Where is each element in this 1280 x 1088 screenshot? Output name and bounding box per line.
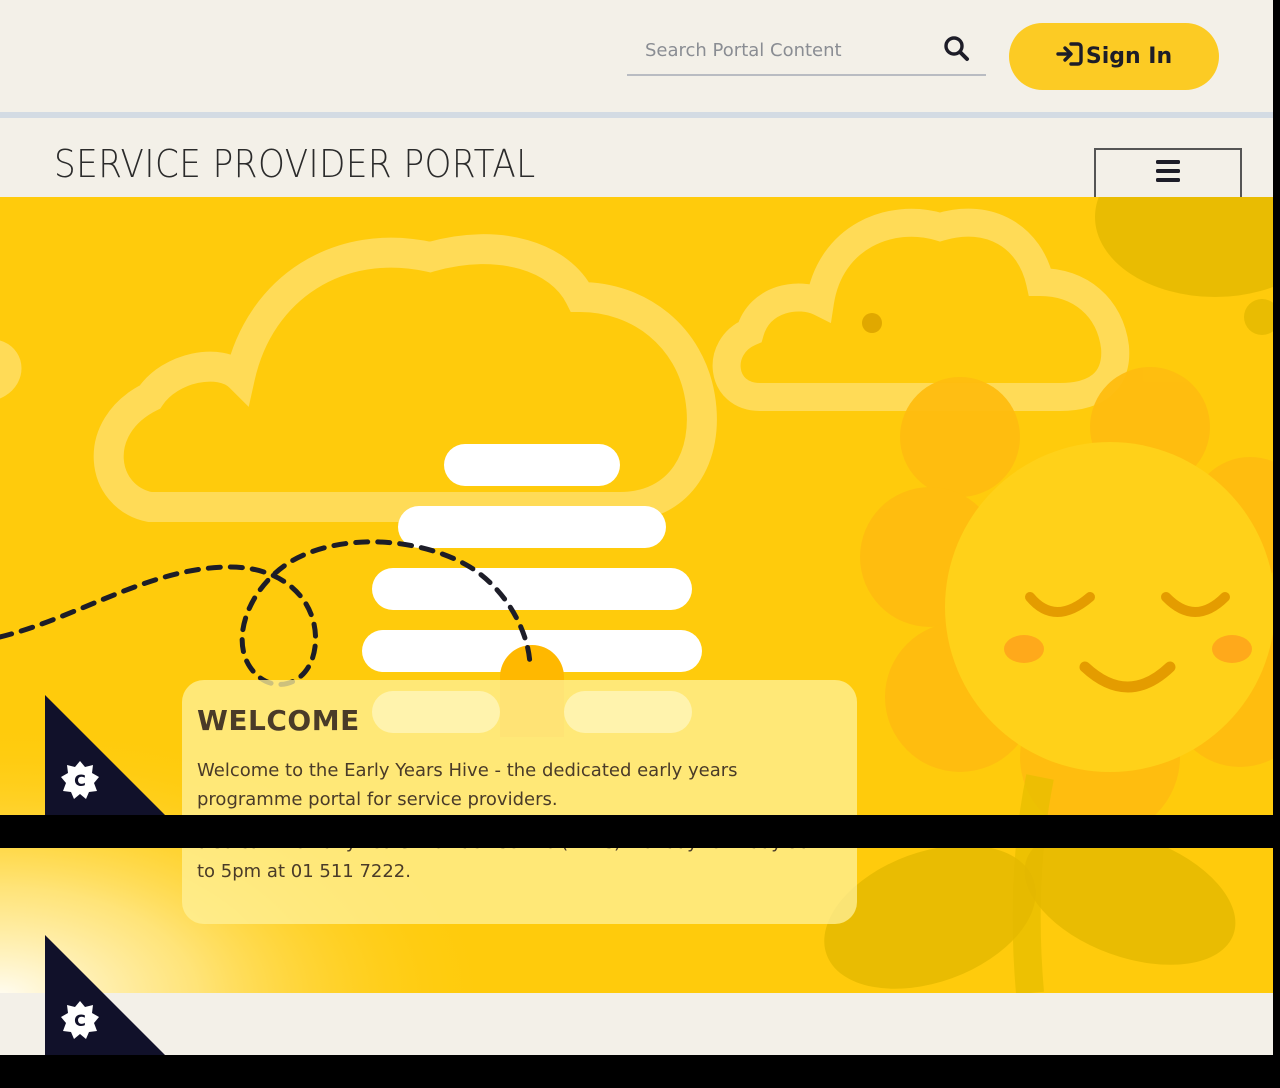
cookie-settings-icon: C [45,935,165,1055]
page: Sign In SERVICE PROVIDER PORTAL [0,0,1273,1055]
cookie-settings-button-2[interactable]: C [45,935,165,1055]
welcome-card: WELCOME Welcome to the Early Years Hive … [182,680,857,924]
footer-area [0,993,1273,1055]
search-input[interactable] [643,32,937,68]
portal-title: SERVICE PROVIDER PORTAL [54,142,536,186]
cookie-settings-button[interactable]: C [45,695,165,815]
hero-banner: WELCOME Welcome to the Early Years Hive … [0,197,1273,993]
search-box [627,24,986,76]
search-icon[interactable] [943,35,973,65]
cookie-badge-letter: C [74,771,86,790]
sign-in-icon [1056,41,1086,72]
welcome-title: WELCOME [197,704,360,737]
menu-toggle-button[interactable] [1094,148,1242,199]
sign-in-label: Sign In [1085,44,1173,69]
cookie-badge-letter: C [74,1011,86,1030]
cookie-settings-icon: C [45,695,165,815]
overlay-band [0,815,1273,848]
welcome-text: Welcome to the Early Years Hive - the de… [197,760,738,810]
top-bar: Sign In [0,0,1273,112]
hamburger-menu-icon [1155,158,1181,189]
title-bar: SERVICE PROVIDER PORTAL [0,118,1273,199]
sign-in-button[interactable]: Sign In [1009,23,1219,90]
